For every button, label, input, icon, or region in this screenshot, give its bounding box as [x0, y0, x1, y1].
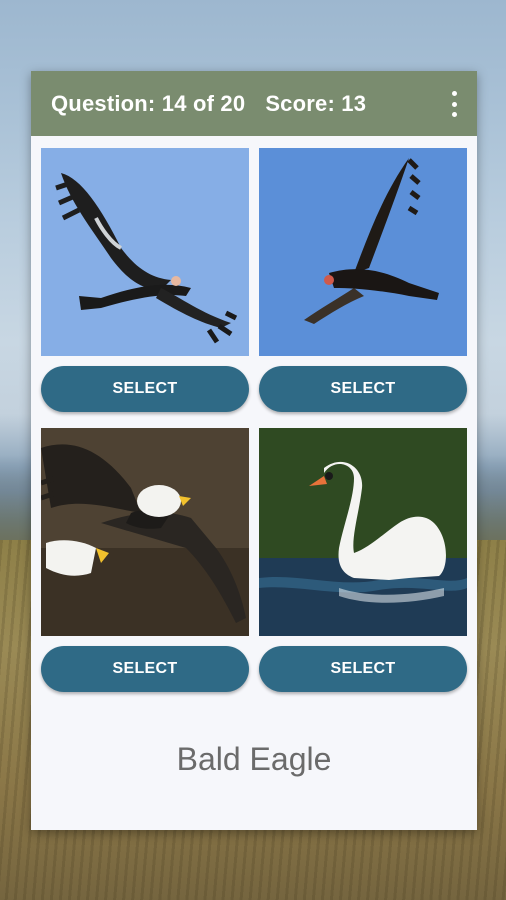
select-button-4[interactable]: SELECT	[259, 646, 467, 692]
menu-dot	[451, 101, 457, 107]
mute-swan-photo	[259, 428, 467, 636]
top-bar: Question: 14 of 20 Score: 13	[31, 71, 477, 136]
target-bird-name: Bald Eagle	[176, 741, 332, 777]
bald-eagle-photo	[41, 428, 249, 636]
question-counter: Question: 14 of 20	[51, 90, 246, 116]
select-button-1[interactable]: SELECT	[41, 366, 249, 412]
turkey-vulture-photo	[259, 148, 467, 356]
condor-photo	[41, 148, 249, 356]
menu-dot	[451, 112, 457, 117]
select-button-2[interactable]: SELECT	[259, 366, 467, 412]
select-button-3[interactable]: SELECT	[41, 646, 249, 692]
option-image-1[interactable]	[41, 148, 249, 356]
option-image-2[interactable]	[259, 148, 467, 356]
quiz-card: Question: 14 of 20 Score: 13 SELECT SELE…	[31, 71, 477, 830]
more-vert-icon[interactable]	[449, 91, 459, 117]
option-image-3[interactable]	[41, 428, 249, 636]
score-label: Score: 13	[265, 90, 367, 116]
menu-dot	[451, 91, 457, 96]
option-image-4[interactable]	[259, 428, 467, 636]
